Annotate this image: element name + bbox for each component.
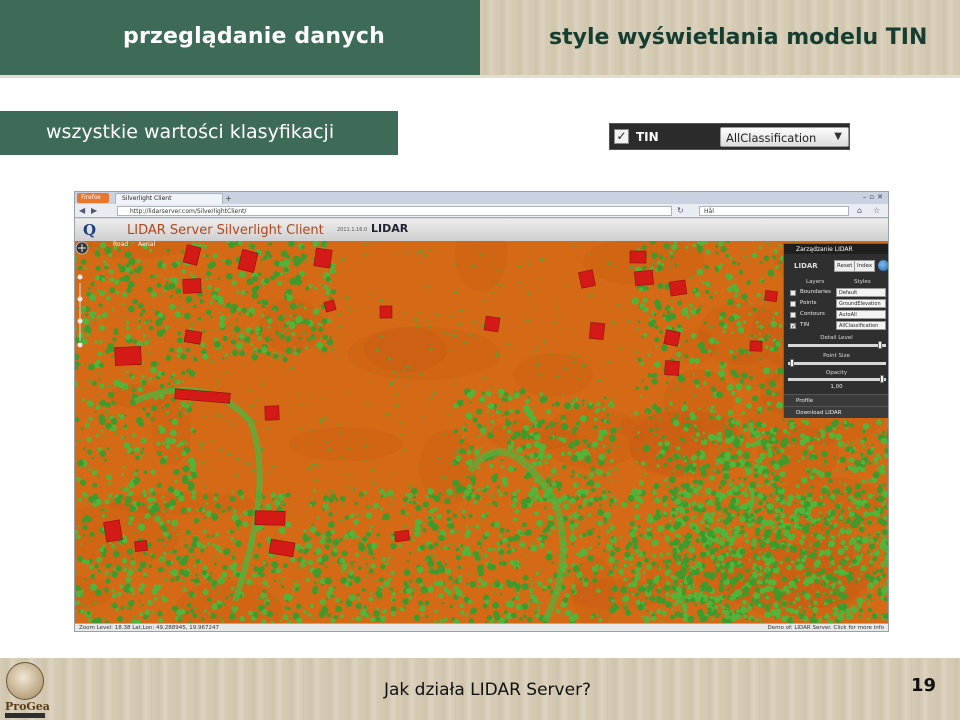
layer-row-contours: Contours AutoAll — [790, 310, 886, 320]
tin-layer-checkbox[interactable]: ✓ — [790, 323, 796, 330]
lidar-control-panel: Zarządzanie LIDAR LIDAR Reset Index Laye… — [783, 243, 888, 418]
globe-emblem-icon — [6, 662, 44, 700]
point-size-slider[interactable] — [788, 359, 886, 367]
browser-tab-title: Silverlight Client — [122, 195, 172, 202]
status-bar: Zoom Level: 18.38 Lat,Lon: 49.288945, 19… — [75, 623, 888, 631]
tin-layer-style-select[interactable]: AllClassification — [836, 321, 886, 330]
status-demo-info[interactable]: Demo of: LIDAR Server. Click for more in… — [768, 625, 884, 631]
bookmarks-icon[interactable]: ☆ — [873, 206, 880, 215]
logo-subbar — [5, 713, 45, 718]
tin-label: TIN — [636, 130, 659, 144]
progea-logo: ProGea — [2, 660, 50, 718]
url-input[interactable]: http://lidarserver.com/SilverlightClient… — [117, 206, 672, 216]
header-right-title: style wyświetlania modelu TIN — [549, 25, 928, 50]
points-checkbox[interactable] — [790, 301, 796, 307]
map-navigation-tools[interactable] — [75, 241, 89, 361]
detail-level-knob[interactable] — [878, 341, 883, 349]
browser-tab-bar: Firefox Silverlight Client + –▫✕ — [75, 192, 888, 204]
logo-text: ProGea — [5, 700, 50, 713]
layer-name: Contours — [800, 311, 825, 317]
home-icon[interactable]: ⌂ — [857, 206, 862, 215]
lidar-map[interactable]: Road Aerial — [75, 241, 888, 623]
header-divider — [0, 75, 960, 78]
tin-style-value: AllClassification — [726, 131, 817, 145]
q-logo: Q — [83, 221, 97, 239]
chevron-down-icon: ▼ — [834, 131, 842, 142]
map-tab-aerial[interactable]: Aerial — [138, 241, 155, 248]
point-size-label: Point Size — [823, 353, 850, 359]
layer-row-tin: ✓ TIN AllClassification — [790, 321, 886, 331]
tin-style-select[interactable]: AllClassification ▼ — [720, 127, 849, 147]
browser-nav-bar: ◀ ▶ http://lidarserver.com/SilverlightCl… — [75, 204, 888, 218]
firefox-menu-button[interactable]: Firefox — [77, 193, 109, 203]
back-icon[interactable]: ◀ — [79, 206, 85, 215]
map-type-tabs: Road Aerial — [113, 241, 163, 248]
opacity-knob[interactable] — [880, 375, 884, 383]
app-version: 2011.1.16.0 — [337, 227, 368, 233]
opacity-slider[interactable] — [788, 375, 886, 383]
point-size-knob[interactable] — [789, 359, 794, 367]
layer-name: TIN — [800, 322, 810, 328]
window-controls[interactable]: –▫✕ — [863, 193, 886, 201]
download-lidar-section[interactable]: Download LIDAR — [784, 406, 888, 418]
index-button[interactable]: Index — [854, 260, 876, 272]
panel-title: Zarządzanie LIDAR — [784, 244, 888, 254]
slide: przeglądanie danych style wyświetlania m… — [0, 0, 960, 720]
boundaries-style-select[interactable]: Default — [836, 288, 886, 297]
opacity-label: Opacity — [825, 370, 848, 376]
map-tab-road[interactable]: Road — [113, 241, 128, 248]
layers-header: Layers — [806, 279, 825, 285]
tin-checkbox[interactable]: ✓ — [614, 129, 629, 144]
reset-button[interactable]: Reset — [834, 260, 856, 272]
panel-lidar-logo: LIDAR — [794, 262, 818, 270]
footer-text: Jak działa LIDAR Server? — [384, 680, 592, 700]
lidar-logo: LIDAR — [371, 222, 409, 235]
points-style-select[interactable]: GroundElevation — [836, 299, 886, 308]
status-coordinates: Zoom Level: 18.38 Lat,Lon: 49.288945, 19… — [79, 625, 219, 631]
subtitle-bar: wszystkie wartości klasyfikacji — [0, 111, 398, 155]
search-input[interactable]: Hål — [699, 206, 849, 216]
subtitle-text: wszystkie wartości klasyfikacji — [46, 121, 335, 143]
header-left-title: przeglądanie danych — [123, 24, 385, 49]
browser-window: Firefox Silverlight Client + –▫✕ ◀ ▶ htt… — [74, 191, 889, 632]
opacity-value: 1,00 — [830, 384, 843, 390]
app-header: Q LIDAR Server Silverlight Client 2011.1… — [75, 219, 888, 241]
tin-terrain-render — [75, 241, 888, 623]
contours-style-select[interactable]: AutoAll — [836, 310, 886, 319]
header-left-bar: przeglądanie danych — [0, 0, 480, 75]
layer-name: Points — [800, 300, 817, 306]
boundaries-checkbox[interactable] — [790, 290, 796, 296]
styles-header: Styles — [854, 279, 871, 285]
profile-section[interactable]: Profile — [784, 394, 888, 406]
firefox-menu-label: Firefox — [81, 194, 101, 201]
layer-row-points: Points GroundElevation — [790, 299, 886, 309]
url-text: http://lidarserver.com/SilverlightClient… — [130, 208, 247, 215]
forward-icon[interactable]: ▶ — [91, 206, 97, 215]
app-title: LIDAR Server Silverlight Client — [127, 223, 324, 238]
layer-name: Boundaries — [800, 289, 832, 295]
search-text: Hål — [704, 208, 714, 215]
page-number: 19 — [911, 675, 937, 696]
layer-row-boundaries: Boundaries Default — [790, 288, 886, 298]
browser-tab[interactable]: Silverlight Client — [115, 193, 223, 204]
globe-icon[interactable] — [878, 260, 888, 271]
header-right-bar: style wyświetlania modelu TIN — [480, 0, 960, 75]
tin-layer-control: ✓ TIN AllClassification ▼ — [609, 123, 850, 150]
new-tab-icon[interactable]: + — [225, 194, 232, 203]
detail-level-slider[interactable] — [788, 341, 886, 349]
detail-level-label: Detail Level — [820, 335, 853, 341]
reload-icon[interactable]: ↻ — [677, 206, 684, 215]
contours-checkbox[interactable] — [790, 312, 796, 318]
footer-bar: Jak działa LIDAR Server? 19 — [0, 658, 960, 720]
